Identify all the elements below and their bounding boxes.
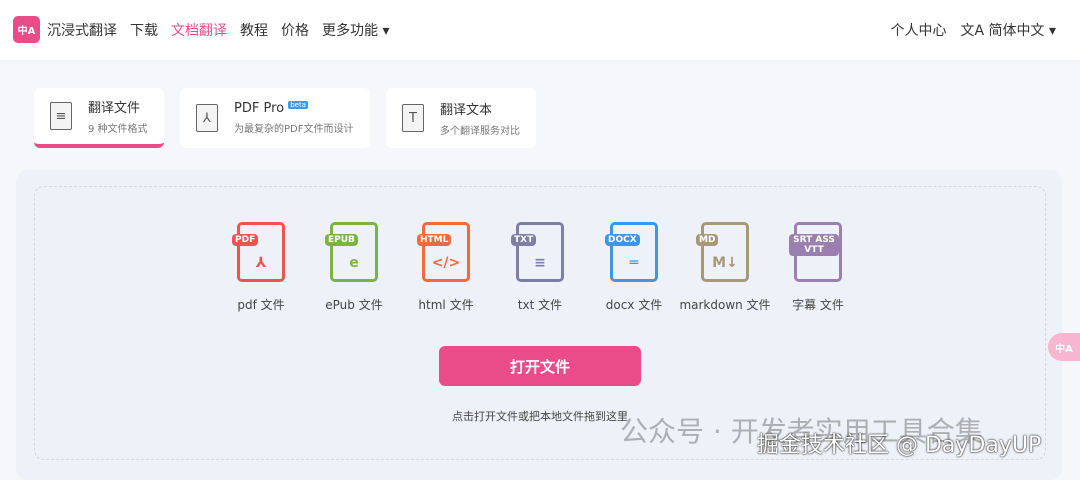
tab-translate-file[interactable]: ≡ 翻译文件 9 种文件格式 bbox=[34, 88, 164, 148]
file-type-name: markdown 文件 bbox=[679, 298, 771, 312]
tab-title: 翻译文本 bbox=[440, 103, 493, 118]
file-icon: MD M↓ bbox=[696, 222, 749, 282]
file-type-4: DOCX ═ docx 文件 bbox=[584, 222, 684, 313]
file-type-name: ePub 文件 bbox=[325, 298, 383, 312]
file-type-5: MD M↓ markdown 文件 bbox=[675, 222, 775, 313]
file-glyph: ⅄ bbox=[255, 255, 267, 271]
file-type-name: 字幕 文件 bbox=[792, 298, 844, 312]
tab-subtitle: 多个翻译服务对比 bbox=[440, 126, 520, 137]
watermark: 掘金技术社区 @ DayDayUP bbox=[757, 433, 1042, 458]
file-label: DOCX bbox=[605, 234, 640, 246]
nav-doc-translate[interactable]: 文档翻译 bbox=[171, 20, 227, 40]
files-icon: ≡ bbox=[50, 102, 72, 130]
tab-subtitle: 为最复杂的PDF文件而设计 bbox=[234, 124, 354, 135]
file-glyph: ≡ bbox=[534, 255, 546, 271]
tab-pdf-pro[interactable]: ⅄ PDF Pro beta 为最复杂的PDF文件而设计 bbox=[180, 88, 370, 148]
file-type-6: SRT ASS VTT 字幕 文件 bbox=[768, 222, 868, 313]
tab-title: 翻译文件 bbox=[88, 101, 141, 116]
nav-pricing[interactable]: 价格 bbox=[281, 20, 309, 40]
brand-name[interactable]: 沉浸式翻译 bbox=[47, 20, 117, 40]
main-nav: 下载 文档翻译 教程 价格 更多功能 ▾ bbox=[130, 20, 389, 40]
logo-icon[interactable]: 中A bbox=[13, 16, 40, 43]
file-glyph: M↓ bbox=[712, 255, 738, 271]
language-selector[interactable]: 文A 简体中文 ▾ bbox=[960, 20, 1056, 40]
nav-tutorial[interactable]: 教程 bbox=[240, 20, 268, 40]
beta-badge: beta bbox=[288, 101, 309, 109]
floating-translate-button[interactable]: 中A bbox=[1048, 333, 1080, 361]
file-label: TXT bbox=[511, 234, 537, 246]
file-glyph: e bbox=[349, 255, 359, 271]
top-nav: 中A 沉浸式翻译 下载 文档翻译 教程 价格 更多功能 ▾ 个人中心 文A 简体… bbox=[0, 0, 1080, 60]
nav-download[interactable]: 下载 bbox=[130, 20, 158, 40]
file-glyph: ═ bbox=[629, 255, 639, 271]
file-type-1: EPUB e ePub 文件 bbox=[304, 222, 404, 313]
file-label: MD bbox=[696, 234, 719, 246]
file-icon: DOCX ═ bbox=[605, 222, 658, 282]
file-icon: TXT ≡ bbox=[511, 222, 564, 282]
file-icon: HTML </> bbox=[417, 222, 470, 282]
tab-subtitle: 9 种文件格式 bbox=[88, 124, 148, 135]
file-type-name: pdf 文件 bbox=[237, 298, 285, 312]
user-center-link[interactable]: 个人中心 bbox=[890, 20, 946, 40]
tab-translate-text[interactable]: T 翻译文本多个翻译服务对比 bbox=[386, 88, 536, 148]
file-type-0: PDF ⅄ pdf 文件 bbox=[211, 222, 311, 313]
text-icon: T bbox=[402, 104, 424, 132]
file-type-name: html 文件 bbox=[418, 298, 474, 312]
file-label: PDF bbox=[232, 234, 259, 246]
file-type-name: txt 文件 bbox=[517, 298, 563, 312]
file-icon: SRT ASS VTT bbox=[789, 222, 842, 282]
file-type-2: HTML </> html 文件 bbox=[396, 222, 496, 313]
open-file-button[interactable]: 打开文件 bbox=[439, 346, 641, 386]
file-icon: PDF ⅄ bbox=[232, 222, 285, 282]
header-right: 个人中心 文A 简体中文 ▾ bbox=[890, 20, 1056, 40]
file-type-3: TXT ≡ txt 文件 bbox=[490, 222, 590, 313]
tab-title: PDF Pro bbox=[234, 101, 285, 116]
file-label: SRT ASS VTT bbox=[789, 234, 839, 256]
pdf-icon: ⅄ bbox=[196, 104, 218, 132]
file-icon: EPUB e bbox=[325, 222, 378, 282]
file-label: HTML bbox=[417, 234, 452, 246]
file-type-name: docx 文件 bbox=[605, 298, 663, 312]
file-label: EPUB bbox=[325, 234, 358, 246]
file-glyph: </> bbox=[431, 255, 461, 271]
nav-more[interactable]: 更多功能 ▾ bbox=[322, 20, 389, 40]
